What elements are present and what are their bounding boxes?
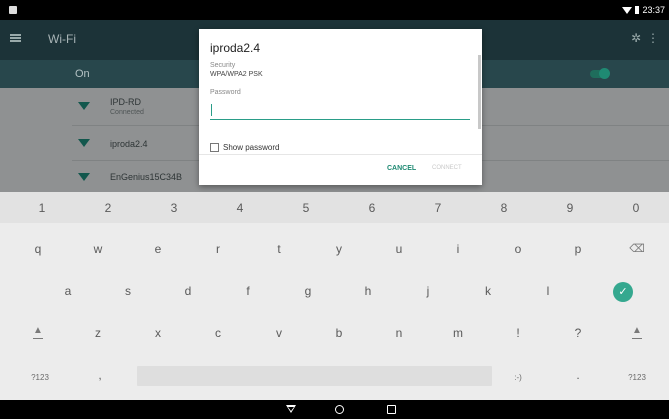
- key-n[interactable]: n: [379, 326, 419, 340]
- shift-left-icon[interactable]: ▲: [31, 326, 45, 339]
- key-i[interactable]: i: [438, 242, 478, 256]
- key-p[interactable]: p: [558, 242, 598, 256]
- recents-icon[interactable]: [387, 405, 396, 414]
- key-3[interactable]: 3: [154, 201, 194, 215]
- key-a[interactable]: a: [48, 284, 88, 298]
- key-0[interactable]: 0: [616, 201, 656, 215]
- key-question[interactable]: ?: [558, 326, 598, 340]
- key-v[interactable]: v: [259, 326, 299, 340]
- wifi-icon: [78, 139, 90, 147]
- network-name: IPD-RD: [110, 97, 141, 107]
- key-l[interactable]: l: [528, 284, 568, 298]
- security-value: WPA/WPA2 PSK: [210, 71, 263, 78]
- password-label: Password: [210, 89, 241, 96]
- page-title: Wi-Fi: [48, 32, 76, 46]
- toggle-knob[interactable]: [599, 68, 610, 79]
- wifi-signal-icon: [622, 6, 633, 14]
- connect-button[interactable]: CONNECT: [432, 165, 462, 171]
- wifi-icon: [78, 102, 90, 110]
- key-z[interactable]: z: [78, 326, 118, 340]
- cancel-button[interactable]: CANCEL: [387, 165, 416, 172]
- network-name: iproda2.4: [110, 139, 148, 149]
- show-password-label[interactable]: Show password: [223, 143, 279, 152]
- symbols-key-right[interactable]: ?123: [617, 371, 657, 385]
- key-m[interactable]: m: [438, 326, 478, 340]
- text-caret: [211, 104, 212, 116]
- status-time: 23:37: [642, 5, 665, 15]
- gear-icon[interactable]: ✲: [631, 31, 641, 45]
- key-j[interactable]: j: [408, 284, 448, 298]
- security-label: Security: [210, 62, 236, 69]
- notification-icon: [9, 6, 17, 14]
- password-field[interactable]: [210, 100, 470, 120]
- key-9[interactable]: 9: [550, 201, 590, 215]
- key-q[interactable]: q: [18, 242, 58, 256]
- emoji-key[interactable]: :-): [498, 371, 538, 385]
- key-t[interactable]: t: [259, 242, 299, 256]
- key-r[interactable]: r: [198, 242, 238, 256]
- key-5[interactable]: 5: [286, 201, 326, 215]
- key-w[interactable]: w: [78, 242, 118, 256]
- battery-icon: [635, 6, 640, 14]
- wifi-connect-dialog: iproda2.4 Security WPA/WPA2 PSK Password…: [199, 29, 482, 185]
- spacebar[interactable]: [137, 366, 492, 386]
- network-status: Connected: [110, 109, 144, 116]
- symbols-key-left[interactable]: ?123: [20, 371, 60, 385]
- key-7[interactable]: 7: [418, 201, 458, 215]
- show-password-checkbox[interactable]: [210, 143, 219, 152]
- key-8[interactable]: 8: [484, 201, 524, 215]
- back-icon[interactable]: [286, 405, 296, 413]
- key-1[interactable]: 1: [22, 201, 62, 215]
- home-icon[interactable]: [335, 405, 344, 414]
- status-bar: 23:37: [0, 0, 669, 20]
- key-k[interactable]: k: [468, 284, 508, 298]
- key-s[interactable]: s: [108, 284, 148, 298]
- key-x[interactable]: x: [138, 326, 178, 340]
- network-name: EnGenius15C34B: [110, 172, 183, 182]
- dialog-scrollbar[interactable]: [478, 55, 481, 129]
- key-o[interactable]: o: [498, 242, 538, 256]
- key-g[interactable]: g: [288, 284, 328, 298]
- switch-label: On: [75, 68, 90, 80]
- key-e[interactable]: e: [138, 242, 178, 256]
- android-screen: 23:37 Wi-Fi ✲ ⋮ On IPD-RD Connected ipro…: [0, 0, 669, 419]
- key-f[interactable]: f: [228, 284, 268, 298]
- key-2[interactable]: 2: [88, 201, 128, 215]
- soft-keyboard: 1 2 3 4 5 6 7 8 9 0 q w e r t y u i o p …: [0, 192, 669, 400]
- menu-icon[interactable]: [10, 34, 21, 42]
- enter-check-icon[interactable]: ✓: [613, 282, 633, 302]
- shift-right-icon[interactable]: ▲: [630, 326, 644, 339]
- key-d[interactable]: d: [168, 284, 208, 298]
- key-y[interactable]: y: [319, 242, 359, 256]
- key-period[interactable]: .: [558, 368, 598, 382]
- dialog-title: iproda2.4: [210, 41, 261, 55]
- divider: [199, 154, 482, 155]
- key-b[interactable]: b: [319, 326, 359, 340]
- key-u[interactable]: u: [379, 242, 419, 256]
- navigation-bar: [0, 400, 669, 419]
- key-4[interactable]: 4: [220, 201, 260, 215]
- more-options-icon[interactable]: ⋮: [647, 31, 659, 45]
- key-c[interactable]: c: [198, 326, 238, 340]
- backspace-icon[interactable]: ⌫: [617, 242, 657, 256]
- wifi-icon: [78, 173, 90, 181]
- key-h[interactable]: h: [348, 284, 388, 298]
- key-exclamation[interactable]: !: [498, 326, 538, 340]
- key-comma[interactable]: ,: [80, 368, 120, 382]
- key-6[interactable]: 6: [352, 201, 392, 215]
